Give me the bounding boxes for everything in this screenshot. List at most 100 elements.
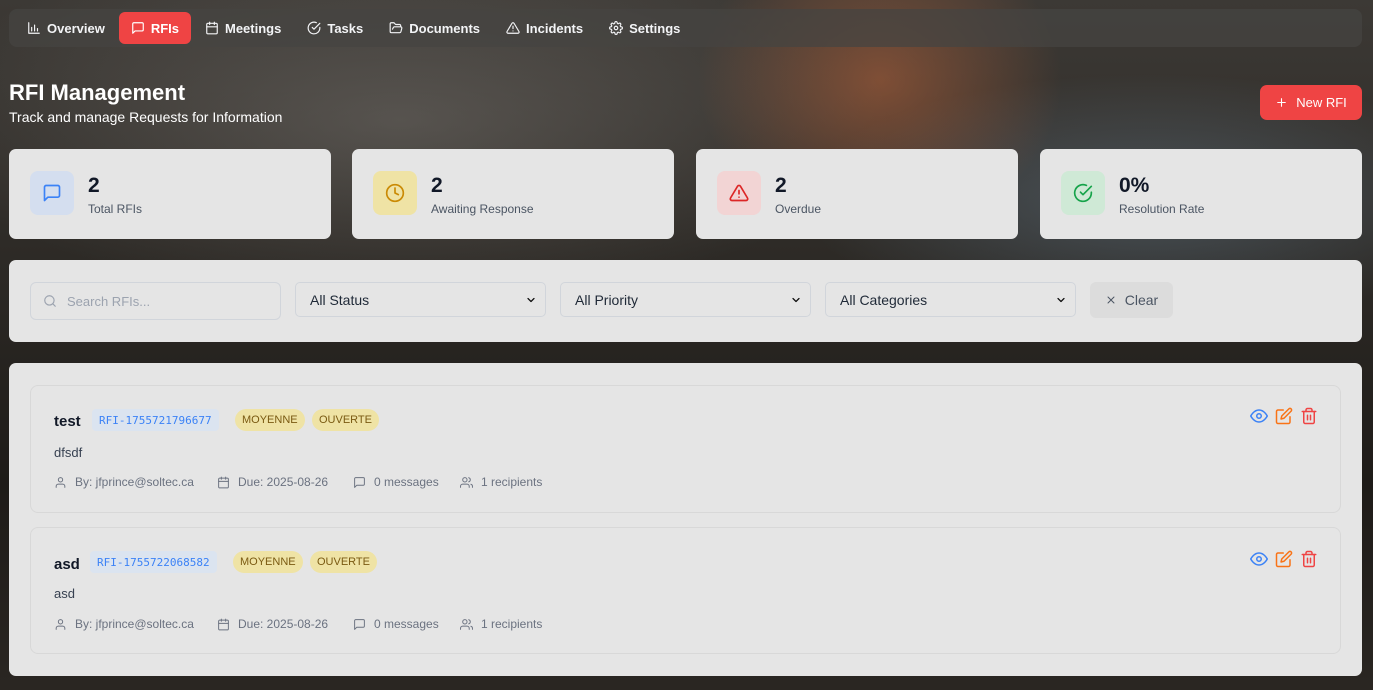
search-input[interactable]	[67, 293, 267, 309]
folder-open-icon	[389, 22, 403, 34]
rfi-title: test	[54, 413, 81, 430]
rfi-due: Due: 2025-08-26	[217, 475, 328, 489]
tab-rfis[interactable]: RFIs	[118, 12, 191, 44]
filter-bar: All Status All Priority All Categories C…	[9, 260, 1362, 342]
users-icon	[460, 476, 473, 488]
trash-icon	[1301, 550, 1317, 568]
stat-value: 2	[775, 174, 787, 197]
check-circle-icon	[1073, 183, 1093, 203]
view-rfi-button[interactable]	[1250, 550, 1268, 568]
rfi-id-badge: RFI-1755721796677	[92, 409, 219, 431]
check-circle-icon	[307, 21, 321, 35]
top-nav: Overview RFIs Meetings Tasks Documents I…	[9, 9, 1362, 47]
plus-icon	[1277, 98, 1287, 107]
rfi-recipients-text: 1 recipients	[481, 475, 543, 489]
priority-badge: MOYENNE	[233, 551, 303, 573]
alert-triangle-icon	[729, 184, 749, 202]
tab-documents[interactable]: Documents	[377, 12, 492, 44]
chevron-down-icon	[1057, 297, 1065, 302]
edit-rfi-button[interactable]	[1275, 407, 1293, 425]
alert-triangle-icon	[506, 22, 520, 34]
priority-badge: MOYENNE	[235, 409, 305, 431]
rfi-card[interactable]: asd RFI-1755722068582 MOYENNE OUVERTE as…	[30, 527, 1341, 654]
search-icon	[44, 295, 56, 307]
chevron-down-icon	[792, 297, 800, 302]
rfi-recipients: 1 recipients	[460, 475, 542, 489]
category-select-value: All Categories	[840, 291, 928, 308]
search-box	[30, 282, 281, 320]
edit-icon	[1275, 550, 1293, 568]
rfi-card[interactable]: test RFI-1755721796677 MOYENNE OUVERTE d…	[30, 385, 1341, 513]
message-square-icon	[354, 476, 365, 488]
clear-filters-button[interactable]: Clear	[1090, 282, 1173, 318]
eye-icon	[1250, 409, 1268, 423]
rfi-recipients: 1 recipients	[460, 617, 542, 631]
rfi-recipients-text: 1 recipients	[481, 617, 543, 631]
message-square-icon	[43, 184, 61, 202]
priority-select-value: All Priority	[575, 291, 639, 308]
view-rfi-button[interactable]	[1250, 407, 1268, 425]
stat-card-overdue: 2 Overdue	[696, 149, 1018, 239]
rfi-messages: 0 messages	[353, 475, 439, 489]
tab-label: Meetings	[225, 20, 282, 36]
message-square-icon	[354, 618, 365, 630]
stat-label: Overdue	[775, 202, 822, 216]
rfi-author-text: By: jfprince@soltec.ca	[75, 617, 194, 631]
tab-incidents[interactable]: Incidents	[494, 12, 595, 44]
stat-card-awaiting: 2 Awaiting Response	[352, 149, 674, 239]
stat-card-total: 2 Total RFIs	[9, 149, 331, 239]
tab-meetings[interactable]: Meetings	[193, 12, 293, 44]
rfi-messages-text: 0 messages	[374, 475, 439, 489]
clock-icon	[385, 183, 405, 203]
eye-icon	[1250, 552, 1268, 566]
stat-label: Total RFIs	[88, 202, 143, 216]
calendar-icon	[206, 21, 218, 35]
rfi-due-text: Due: 2025-08-26	[238, 617, 329, 631]
stat-icon-box	[717, 171, 761, 215]
rfi-messages-text: 0 messages	[374, 617, 439, 631]
user-icon	[55, 618, 66, 630]
rfi-id-badge: RFI-1755722068582	[90, 551, 217, 573]
page-subtitle: Track and manage Requests for Informatio…	[9, 109, 283, 125]
delete-rfi-button[interactable]	[1300, 407, 1318, 425]
tab-label: Settings	[629, 20, 681, 36]
status-select[interactable]: All Status	[295, 282, 546, 317]
stat-label: Awaiting Response	[431, 202, 534, 216]
rfi-author-text: By: jfprince@soltec.ca	[75, 475, 194, 489]
trash-icon	[1301, 407, 1317, 425]
stat-icon-box	[373, 171, 417, 215]
stat-value: 2	[88, 174, 100, 197]
stat-icon-box	[30, 171, 74, 215]
new-rfi-button[interactable]: New RFI	[1260, 85, 1362, 120]
status-badge: OUVERTE	[312, 409, 379, 431]
rfi-due: Due: 2025-08-26	[217, 617, 328, 631]
new-rfi-label: New RFI	[1296, 95, 1347, 110]
close-icon	[1107, 296, 1115, 304]
stat-label: Resolution Rate	[1119, 202, 1205, 216]
rfi-description: asd	[54, 586, 75, 601]
gear-icon	[609, 21, 624, 35]
tab-label: Incidents	[526, 20, 584, 36]
page-title: RFI Management	[9, 80, 186, 105]
category-select[interactable]: All Categories	[825, 282, 1076, 317]
tab-settings[interactable]: Settings	[597, 12, 692, 44]
clear-label: Clear	[1124, 292, 1159, 308]
rfi-list: test RFI-1755721796677 MOYENNE OUVERTE d…	[9, 363, 1362, 676]
tab-tasks[interactable]: Tasks	[295, 12, 375, 44]
calendar-icon	[218, 476, 229, 488]
users-icon	[460, 618, 473, 630]
chevron-down-icon	[527, 297, 535, 302]
rfi-due-text: Due: 2025-08-26	[238, 475, 329, 489]
stat-icon-box	[1061, 171, 1105, 215]
tab-label: Tasks	[327, 20, 364, 36]
priority-select[interactable]: All Priority	[560, 282, 811, 317]
tab-overview[interactable]: Overview	[15, 12, 117, 44]
stat-value: 0%	[1119, 174, 1150, 197]
tab-label: Overview	[47, 20, 105, 36]
edit-icon	[1275, 407, 1293, 425]
edit-rfi-button[interactable]	[1275, 550, 1293, 568]
delete-rfi-button[interactable]	[1300, 550, 1318, 568]
rfi-author: By: jfprince@soltec.ca	[54, 617, 194, 631]
calendar-icon	[218, 618, 229, 630]
user-icon	[55, 476, 66, 488]
